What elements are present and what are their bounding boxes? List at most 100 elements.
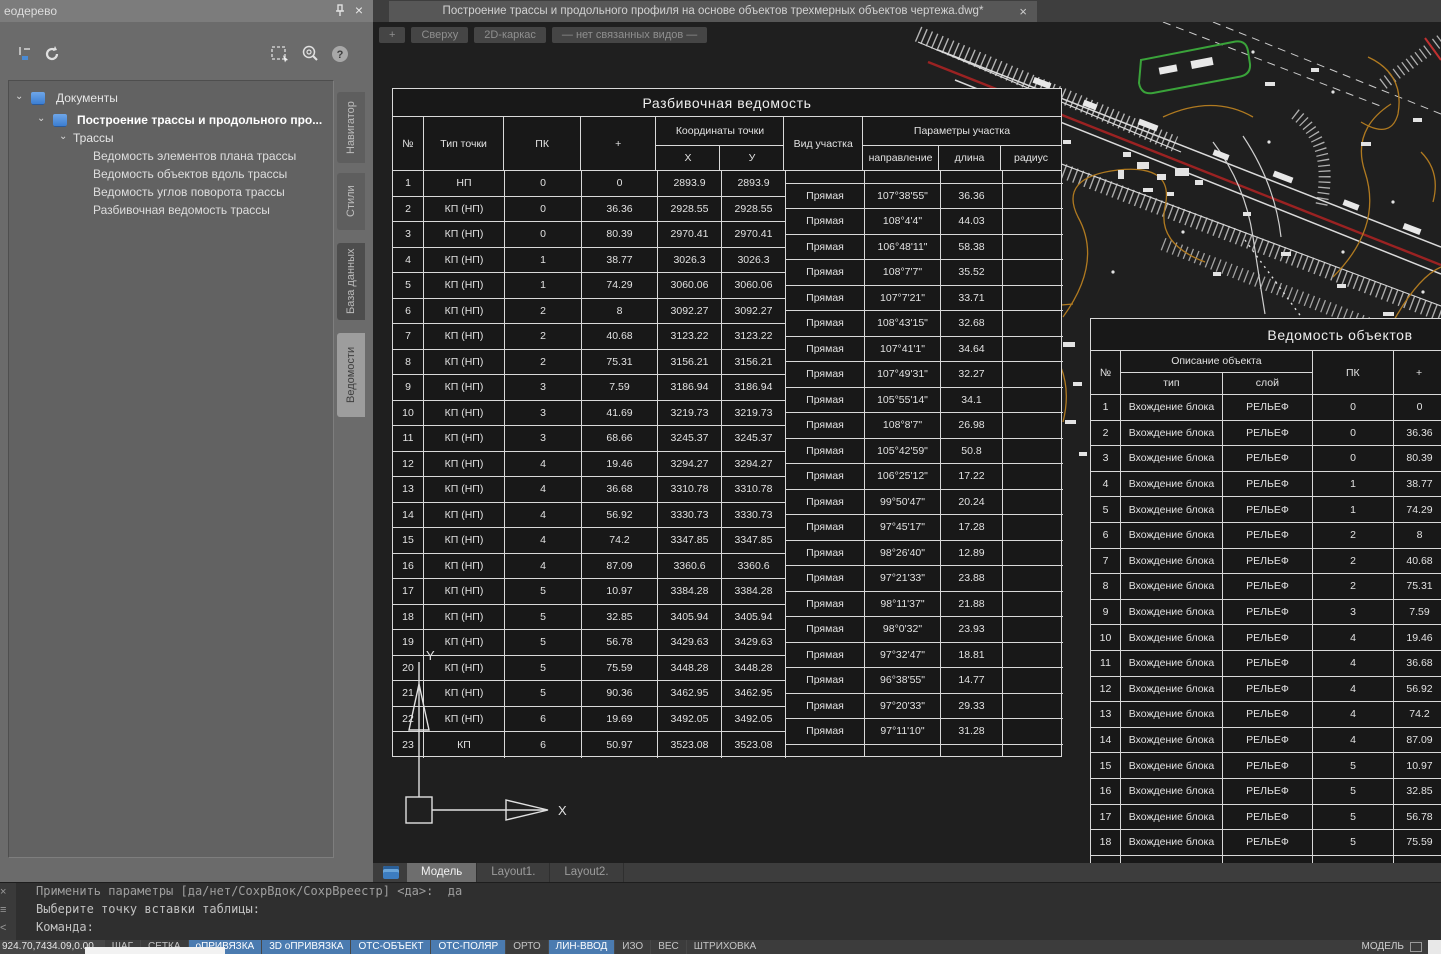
cell: 3: [505, 375, 582, 400]
cell: Вхождение блока: [1121, 549, 1223, 574]
cell: 40.68: [582, 324, 658, 349]
cell: КП (НП): [424, 503, 505, 528]
cell: 56.92: [582, 503, 658, 528]
cell: 108°43'15": [865, 311, 941, 336]
track-selection-icon[interactable]: [16, 44, 36, 64]
cell: 23.93: [941, 617, 1003, 642]
tree-leaf[interactable]: Разбивочная ведомость трассы: [9, 201, 333, 219]
status-toggle-лин-ввод[interactable]: ЛИН-ВВОД: [548, 940, 615, 954]
cell: 23.88: [941, 566, 1003, 591]
cell: Вхождение блока: [1121, 523, 1223, 548]
table-row: 10КП (НП)341.693219.733219.73: [393, 401, 786, 427]
cell: 2970.41: [658, 222, 722, 247]
viewport-button-1[interactable]: +: [379, 27, 405, 43]
viewport-button-4[interactable]: — нет связанных видов —: [552, 27, 707, 43]
cell: 10: [393, 401, 424, 426]
status-toggle-орто[interactable]: ОРТО: [505, 940, 547, 954]
cell: РЕЛЬЕФ: [1223, 421, 1313, 446]
cell: Вхождение блока: [1121, 805, 1223, 830]
cell: КП (НП): [424, 299, 505, 324]
close-icon[interactable]: ×: [1019, 1, 1027, 22]
cell: 6: [393, 299, 424, 324]
cell: 10.97: [1394, 753, 1441, 778]
cell: 7: [393, 324, 424, 349]
cell: 0: [505, 222, 582, 247]
layout-tab-1[interactable]: Модель: [407, 863, 477, 882]
tree-leaf[interactable]: Ведомость объектов вдоль трассы: [9, 165, 333, 183]
command-line-panel[interactable]: ×≡< Применить параметры [да/нет/СохрВдок…: [0, 882, 1441, 940]
cell: 3429.63: [722, 630, 786, 655]
cell: 3360.6: [658, 554, 722, 579]
cell: Прямая: [786, 541, 865, 566]
cell: 4: [1313, 625, 1394, 650]
cell: 3092.27: [658, 299, 722, 324]
tree-leaf[interactable]: Ведомость элементов плана трассы: [9, 147, 333, 165]
chevron-down-icon[interactable]: ⌄: [59, 128, 67, 146]
tree-node-trassy[interactable]: ⌄ Трассы: [9, 129, 333, 147]
layout-tab-3[interactable]: Layout2.: [550, 863, 623, 882]
drawing-canvas[interactable]: + Сверху 2D-каркас — нет связанных видов —: [373, 22, 1441, 863]
cell: КП (НП): [424, 477, 505, 502]
status-toggle-изо[interactable]: ИЗО: [614, 940, 650, 954]
cell: Вхождение блока: [1121, 600, 1223, 625]
cell: [1003, 235, 1063, 260]
cell: 97°32'47": [865, 643, 941, 668]
status-toggle-3d опривязка[interactable]: 3D оПРИВЯЗКА: [261, 940, 350, 954]
command-strip-icons[interactable]: ×≡<: [0, 883, 16, 941]
cell: 3: [393, 222, 424, 247]
cell: [1003, 439, 1063, 464]
layout-tab-2[interactable]: Layout1.: [477, 863, 550, 882]
cell: 3123.22: [658, 324, 722, 349]
cell: 2: [1313, 523, 1394, 548]
cell: 58.38: [941, 235, 1003, 260]
table-row: 11Вхождение блокаРЕЛЬЕФ436.68: [1091, 651, 1441, 677]
table-row: 9Вхождение блокаРЕЛЬЕФ37.59: [1091, 600, 1441, 626]
segment-row: Прямая97°11'10"31.28: [786, 719, 1063, 745]
tree-node-document[interactable]: ⌄ Построение трассы и продольного про...: [9, 111, 333, 129]
status-toggle-отс-объект[interactable]: ОТС-ОБЪЕКТ: [350, 940, 430, 954]
chevron-down-icon[interactable]: ⌄: [37, 110, 45, 128]
help-icon[interactable]: ?: [330, 44, 350, 64]
cell: [1003, 260, 1063, 285]
close-icon[interactable]: ×: [352, 1, 366, 19]
cell: 5: [1313, 830, 1394, 855]
col-header: Параметры участка: [863, 117, 1061, 146]
cell: РЕЛЬЕФ: [1223, 805, 1313, 830]
tree-leaf[interactable]: Ведомость углов поворота трассы: [9, 183, 333, 201]
cell: [1003, 464, 1063, 489]
panel-tab-1[interactable]: Навигатор: [337, 92, 365, 163]
sheet-list-icon[interactable]: [383, 866, 399, 879]
workspace-icon[interactable]: [1410, 942, 1422, 952]
geotree-panel: еодерево × ? ⌄ Документы ⌄ Построение тр…: [0, 0, 373, 882]
cell: 17: [393, 579, 424, 604]
cell: РЕЛЬЕФ: [1223, 549, 1313, 574]
table-row: 8Вхождение блокаРЕЛЬЕФ275.31: [1091, 574, 1441, 600]
viewport-button-3[interactable]: 2D-каркас: [474, 27, 546, 43]
status-toggle-отс-поляр[interactable]: ОТС-ПОЛЯР: [430, 940, 505, 954]
table-row: 7Вхождение блокаРЕЛЬЕФ240.68: [1091, 549, 1441, 575]
cell: 2: [505, 324, 582, 349]
cell: 3026.3: [658, 248, 722, 273]
cell: 4: [505, 554, 582, 579]
command-line-text: Выберите точку вставки таблицы:: [36, 902, 260, 916]
cell: КП (НП): [424, 426, 505, 451]
tree-node-documents[interactable]: ⌄ Документы: [9, 89, 333, 107]
status-toggle-вес[interactable]: ВЕС: [650, 940, 686, 954]
select-area-icon[interactable]: [270, 44, 290, 64]
chevron-down-icon[interactable]: ⌄: [15, 88, 23, 106]
model-space-indicator[interactable]: МОДЕЛЬ: [1362, 940, 1408, 954]
cell: [1003, 617, 1063, 642]
document-tab[interactable]: Построение трассы и продольного профиля …: [389, 1, 1037, 22]
refresh-icon[interactable]: [42, 44, 62, 64]
cell: 40.68: [1394, 549, 1441, 574]
panel-tab-4[interactable]: Ведомости: [337, 333, 365, 417]
panel-tab-3[interactable]: База данных: [337, 243, 365, 320]
panel-tab-2[interactable]: Стили: [337, 173, 365, 230]
cell: [1003, 286, 1063, 311]
corner-grip: [1428, 940, 1441, 954]
status-toggle-штриховка[interactable]: ШТРИХОВКА: [686, 940, 763, 954]
viewport-button-2[interactable]: Сверху: [411, 27, 468, 43]
zoom-selection-icon[interactable]: [300, 44, 320, 64]
cell: 3: [1313, 600, 1394, 625]
pin-icon[interactable]: [333, 3, 347, 17]
